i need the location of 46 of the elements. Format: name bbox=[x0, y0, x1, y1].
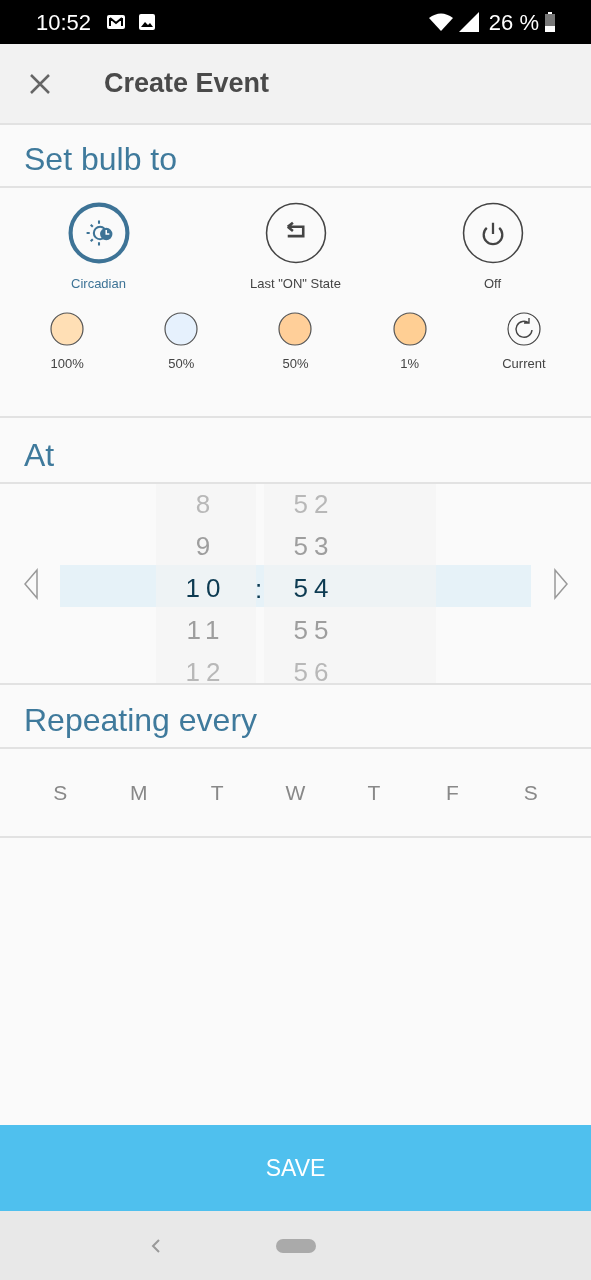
mode-option[interactable]: Off bbox=[394, 202, 591, 298]
picker-value[interactable]: 52 bbox=[264, 484, 364, 525]
preset-option[interactable]: 1% bbox=[352, 298, 467, 416]
image-icon bbox=[139, 14, 156, 30]
battery-level: 26 % bbox=[488, 8, 539, 37]
day-toggle[interactable]: S bbox=[510, 772, 551, 813]
picker-value[interactable]: 11 bbox=[156, 609, 256, 651]
time-separator: : bbox=[255, 573, 263, 606]
picker-value[interactable]: 54 bbox=[264, 567, 364, 609]
mail-icon bbox=[107, 15, 126, 29]
day-toggle[interactable]: T bbox=[197, 772, 238, 813]
home-handle[interactable] bbox=[275, 1238, 316, 1253]
picker-value[interactable]: 12 bbox=[156, 651, 256, 683]
picker-value[interactable]: 55 bbox=[264, 609, 364, 651]
refresh-icon bbox=[506, 312, 541, 346]
preset-option[interactable]: 100% bbox=[10, 298, 125, 416]
close-icon bbox=[29, 72, 51, 95]
section-title: Repeating every bbox=[24, 701, 258, 740]
day-toggle[interactable]: M bbox=[118, 772, 159, 813]
sun-clock-icon bbox=[67, 202, 130, 264]
day-toggle[interactable]: W bbox=[275, 772, 316, 813]
picker-value[interactable]: 9 bbox=[156, 525, 256, 567]
mode-option[interactable]: Last "ON" State bbox=[197, 202, 394, 298]
picker-value[interactable]: 56 bbox=[264, 651, 364, 683]
screen-title: Create Event bbox=[104, 67, 270, 101]
wifi-icon bbox=[428, 13, 453, 31]
preset-option[interactable]: 50% bbox=[238, 298, 353, 416]
back-icon[interactable] bbox=[150, 1237, 162, 1254]
day-toggle[interactable]: T bbox=[353, 772, 394, 813]
picker-value[interactable]: 10 bbox=[156, 567, 256, 609]
mode-option[interactable]: Circadian bbox=[0, 202, 197, 298]
status-time: 10:52 bbox=[36, 8, 92, 37]
preset-option[interactable]: 50% bbox=[124, 298, 239, 416]
day-toggle[interactable]: F bbox=[432, 772, 473, 813]
day-toggle[interactable]: S bbox=[40, 772, 81, 813]
power-icon bbox=[461, 202, 524, 264]
section-title: At bbox=[24, 436, 55, 475]
save-button[interactable]: SAVE bbox=[0, 1125, 591, 1211]
battery-icon bbox=[545, 12, 555, 32]
previous-arrow-icon[interactable] bbox=[23, 568, 39, 600]
picker-value[interactable]: 8 bbox=[156, 484, 256, 525]
next-arrow-icon[interactable] bbox=[553, 568, 569, 600]
section-title: Set bulb to bbox=[24, 140, 177, 179]
signal-icon bbox=[458, 12, 479, 32]
preset-option[interactable]: Current bbox=[466, 298, 581, 416]
picker-value[interactable]: 53 bbox=[264, 525, 364, 567]
